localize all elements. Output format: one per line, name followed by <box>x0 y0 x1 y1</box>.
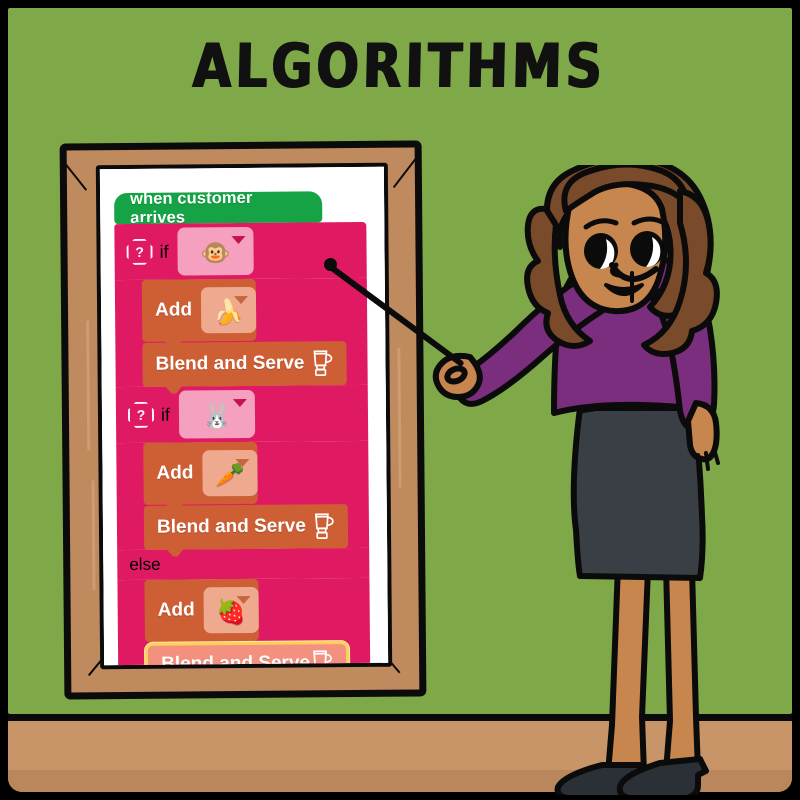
action-block-blend-and-serve-2[interactable]: Blend and Serve <box>143 504 349 550</box>
else-branch-body: Add 🍓 Blend and Serve <box>117 577 371 670</box>
strawberry-emoji: 🍓 <box>216 598 247 627</box>
event-block-when-customer-arrives[interactable]: when customer arrives <box>114 188 323 224</box>
add-label-3: Add <box>157 599 195 621</box>
chevron-down-icon[interactable] <box>236 595 251 605</box>
blend-label-2: Blend and Serve <box>156 515 306 538</box>
carrot-emoji: 🥕 <box>214 461 246 490</box>
chevron-down-icon[interactable] <box>232 398 247 408</box>
board-surface: when customer arrives ? if 🐵 Add 🍌 Blend… <box>95 162 393 670</box>
condition-dropdown-2[interactable]: 🐰 <box>178 389 256 439</box>
pointer-stick-tip <box>324 258 337 271</box>
control-block-if-else[interactable]: ? if 🐵 Add 🍌 Blend and Serve ? if 🐰 Add … <box>114 221 371 670</box>
condition-dropdown-1[interactable]: 🐵 <box>177 226 254 276</box>
question-mark-octagon-icon[interactable]: ? <box>126 239 152 265</box>
blend-label-1: Blend and Serve <box>155 352 305 375</box>
blend-label-3: Blend and Serve <box>161 652 311 670</box>
blender-icon <box>310 649 332 670</box>
else-keyword: else <box>129 554 161 575</box>
add-label-2: Add <box>156 462 194 484</box>
rabbit-face-emoji: 🐰 <box>201 403 233 431</box>
action-block-add-2[interactable]: Add 🥕 <box>143 441 258 505</box>
chevron-down-icon[interactable] <box>235 458 250 468</box>
action-block-blend-and-serve-1[interactable]: Blend and Serve <box>142 341 347 387</box>
action-block-add-3[interactable]: Add 🍓 <box>144 578 259 642</box>
ingredient-dropdown-2[interactable]: 🥕 <box>202 449 258 497</box>
action-block-add-1[interactable]: Add 🍌 <box>141 278 257 342</box>
if-keyword-1: if <box>159 241 169 262</box>
blender-icon <box>312 512 334 540</box>
whiteboard: when customer arrives ? if 🐵 Add 🍌 Blend… <box>59 140 427 700</box>
illustration-scene: ALGORITHMS when customer arrives ? if 🐵 … <box>0 0 800 800</box>
page-title: ALGORITHMS <box>192 31 607 102</box>
frame-mitre-top-left <box>60 158 88 191</box>
wood-grain-line <box>397 347 402 488</box>
ingredient-dropdown-1[interactable]: 🍌 <box>200 286 257 334</box>
else-branch-header[interactable]: else <box>117 547 370 581</box>
add-label-1: Add <box>154 299 193 321</box>
teacher-character <box>432 165 720 795</box>
if-branch-header-2[interactable]: ? if 🐰 <box>115 384 369 444</box>
if-branch-body-2: Add 🥕 Blend and Serve <box>116 440 370 550</box>
if-keyword-2: if <box>160 404 171 425</box>
action-block-blend-and-serve-3-highlighted[interactable]: Blend and Serve <box>144 641 350 670</box>
if-branch-header-1[interactable]: ? if 🐵 <box>114 221 367 281</box>
if-branch-body-1: Add 🍌 Blend and Serve <box>114 277 368 387</box>
wood-grain-line <box>86 320 91 451</box>
question-mark-octagon-icon[interactable]: ? <box>128 402 154 428</box>
ingredient-dropdown-3[interactable]: 🍓 <box>203 586 259 634</box>
frame-mitre-top-right <box>392 155 419 189</box>
chevron-down-icon[interactable] <box>233 295 249 305</box>
blender-icon <box>310 349 333 377</box>
chevron-down-icon[interactable] <box>231 235 246 245</box>
wood-grain-line <box>91 480 96 591</box>
monkey-face-emoji: 🐵 <box>200 240 231 268</box>
event-block-label: when customer arrives <box>130 188 253 227</box>
banana-emoji: 🍌 <box>213 299 244 327</box>
